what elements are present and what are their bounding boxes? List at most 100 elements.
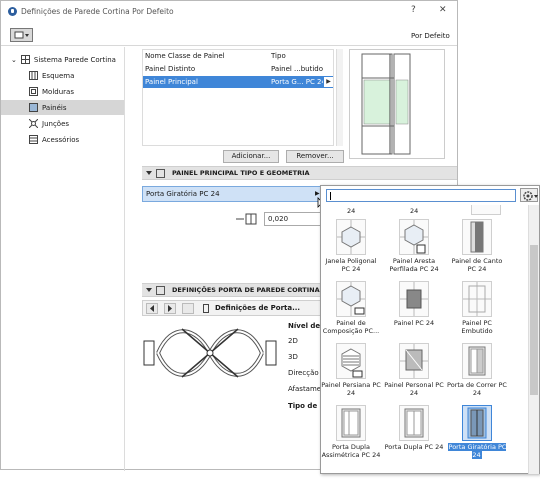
selector-arrow-icon: ▶	[315, 190, 320, 197]
library-item-label: Porta Dupla Assimétrica PC 24	[321, 443, 381, 459]
scrollbar-thumb[interactable]	[530, 245, 538, 395]
panel-preview	[349, 49, 445, 159]
panel-geometry-icon	[156, 169, 165, 178]
row-name: Painel Distinto	[145, 65, 196, 73]
corner-panel-icon	[462, 219, 492, 255]
library-item-painel-composicao[interactable]: Painel de Composição PC...	[321, 279, 381, 339]
favorites-button[interactable]	[10, 28, 33, 42]
tree-item-juncoes[interactable]: Junções	[1, 116, 124, 131]
settings-page-icon[interactable]	[182, 303, 194, 314]
table-row[interactable]: Painel Distinto Painel ...butido	[143, 63, 333, 75]
library-item-label: Painel PC 24	[393, 319, 435, 327]
library-item-label: Janela Poligonal PC 24	[325, 257, 377, 273]
row-type: Porta G... PC 24	[271, 78, 323, 86]
curtain-wall-preview	[361, 53, 411, 155]
embedded-panel-icon	[462, 281, 492, 317]
close-button[interactable]: ✕	[439, 5, 447, 15]
previous-arrow-icon[interactable]	[146, 303, 158, 314]
library-item-painel-personal[interactable]: Painel Personal PC 24	[384, 341, 444, 401]
panel-icon	[29, 103, 38, 112]
row-name: Painel Principal	[145, 78, 198, 86]
add-button[interactable]: Adicionar...	[223, 150, 279, 163]
thickness-field[interactable]: 0,020	[264, 212, 322, 226]
library-item-porta-dupla[interactable]: Porta Dupla PC 24	[384, 403, 444, 463]
door-page-icon	[203, 304, 209, 313]
gear-icon	[523, 191, 538, 201]
library-item-painel-embutido[interactable]: Painel PC Embutido	[447, 279, 507, 339]
library-item-painel-pc[interactable]: Painel PC 24	[384, 279, 444, 339]
library-item-label: Porta de Correr PC 24	[447, 381, 507, 397]
panel-type-selector[interactable]: Porta Giratória PC 24 ▶	[142, 186, 323, 202]
door-settings-icon	[156, 286, 165, 295]
section-header-type-geometry[interactable]: PAINEL PRINCIPAL TIPO E GEOMETRIA	[142, 166, 457, 180]
library-item-porta-giratoria[interactable]: Porta Giratória PC 24	[447, 403, 507, 463]
library-item-label: Painel de Canto PC 24	[451, 257, 503, 273]
frame-icon	[29, 87, 38, 96]
help-button[interactable]: ?	[411, 5, 416, 15]
preset-label: Por Defeito	[411, 32, 450, 40]
library-scrollbar[interactable]	[528, 205, 539, 474]
dialog-title: Definições de Parede Cortina Por Defeito	[21, 7, 174, 16]
previous-row-thumb	[471, 205, 501, 215]
tree-item-molduras[interactable]: Molduras	[1, 84, 124, 99]
library-options-button[interactable]	[520, 188, 538, 202]
previous-row-label: 24	[347, 207, 356, 215]
selector-value: Porta Giratória PC 24	[146, 190, 220, 198]
library-grid: 24 24 Janela Poligonal PC 24 Painel Ares…	[321, 205, 527, 474]
library-item-painel-canto[interactable]: Painel de Canto PC 24	[447, 217, 507, 277]
remove-button[interactable]: Remover...	[286, 150, 344, 163]
tree-item-paineis[interactable]: Painéis	[1, 100, 124, 115]
table-scrollbar[interactable]	[336, 49, 343, 146]
sliding-door-icon	[462, 343, 492, 379]
settings-tree: ⌄ Sistema Parede Cortina Esquema Moldura…	[1, 47, 125, 471]
next-arrow-icon[interactable]	[164, 303, 176, 314]
section-title: DEFINIÇÕES PORTA DE PAREDE CORTINA	[172, 286, 320, 294]
library-item-label: Painel Aresta Perfilada PC 24	[389, 257, 439, 273]
library-item-label: Painel Persiana PC 24	[321, 381, 381, 397]
revolving-door-icon	[462, 405, 492, 441]
column-header-name: Nome Classe de Painel	[145, 52, 225, 60]
prop-label-3d: 3D	[288, 353, 298, 361]
curtain-wall-icon	[20, 55, 30, 64]
thickness-icon	[236, 213, 260, 225]
header-divider	[1, 45, 457, 46]
tree-root-label: Sistema Parede Cortina	[33, 55, 116, 64]
archicad-app-icon	[8, 7, 17, 16]
library-search-input[interactable]	[326, 189, 516, 202]
library-item-painel-aresta[interactable]: Painel Aresta Perfilada PC 24	[384, 217, 444, 277]
tree-item-label: Junções	[42, 119, 70, 128]
row-type: Painel ...butido	[271, 65, 323, 73]
revolving-door-plan	[143, 328, 277, 378]
library-item-label: Porta Giratória PC 24	[447, 443, 507, 459]
blind-panel-icon	[336, 343, 366, 379]
scheme-icon	[29, 71, 38, 80]
library-item-label-text: Porta Giratória PC 24	[447, 443, 507, 459]
panel-library-popup: 24 24 Janela Poligonal PC 24 Painel Ares…	[320, 185, 540, 474]
tree-item-label: Acessórios	[42, 135, 80, 144]
hexagon-window-icon	[336, 219, 366, 255]
tree-root-curtain-wall[interactable]: ⌄ Sistema Parede Cortina	[1, 52, 124, 67]
library-item-label: Painel de Composição PC...	[322, 319, 380, 335]
row-arrow-icon[interactable]: ▶	[324, 77, 333, 87]
favorites-icon	[14, 31, 29, 39]
door-settings-nav: Definições de Porta...	[142, 300, 324, 316]
tree-item-esquema[interactable]: Esquema	[1, 68, 124, 83]
library-item-porta-dupla-assimetrica[interactable]: Porta Dupla Assimétrica PC 24	[321, 403, 381, 463]
library-item-janela-poligonal[interactable]: Janela Poligonal PC 24	[321, 217, 381, 277]
library-item-label: Painel PC Embutido	[461, 319, 493, 335]
tree-item-label: Painéis	[42, 103, 67, 112]
custom-panel-icon	[399, 343, 429, 379]
collapse-triangle-icon[interactable]	[146, 171, 152, 175]
library-item-painel-persiana[interactable]: Painel Persiana PC 24	[321, 341, 381, 401]
text-caret	[330, 192, 331, 200]
library-item-porta-correr[interactable]: Porta de Correr PC 24	[447, 341, 507, 401]
library-item-label: Porta Dupla PC 24	[384, 443, 444, 451]
hexagon-profile-icon	[399, 219, 429, 255]
expand-chevron-icon[interactable]: ⌄	[11, 56, 17, 64]
tree-item-acessorios[interactable]: Acessórios	[1, 132, 124, 147]
collapse-triangle-icon[interactable]	[146, 288, 152, 292]
door-settings-label[interactable]: Definições de Porta...	[215, 304, 300, 312]
previous-row-label: 24	[410, 207, 419, 215]
panel-class-table: Nome Classe de Painel Tipo Painel Distin…	[142, 49, 334, 146]
table-row-selected[interactable]: Painel Principal Porta G... PC 24 ▶	[143, 76, 333, 88]
